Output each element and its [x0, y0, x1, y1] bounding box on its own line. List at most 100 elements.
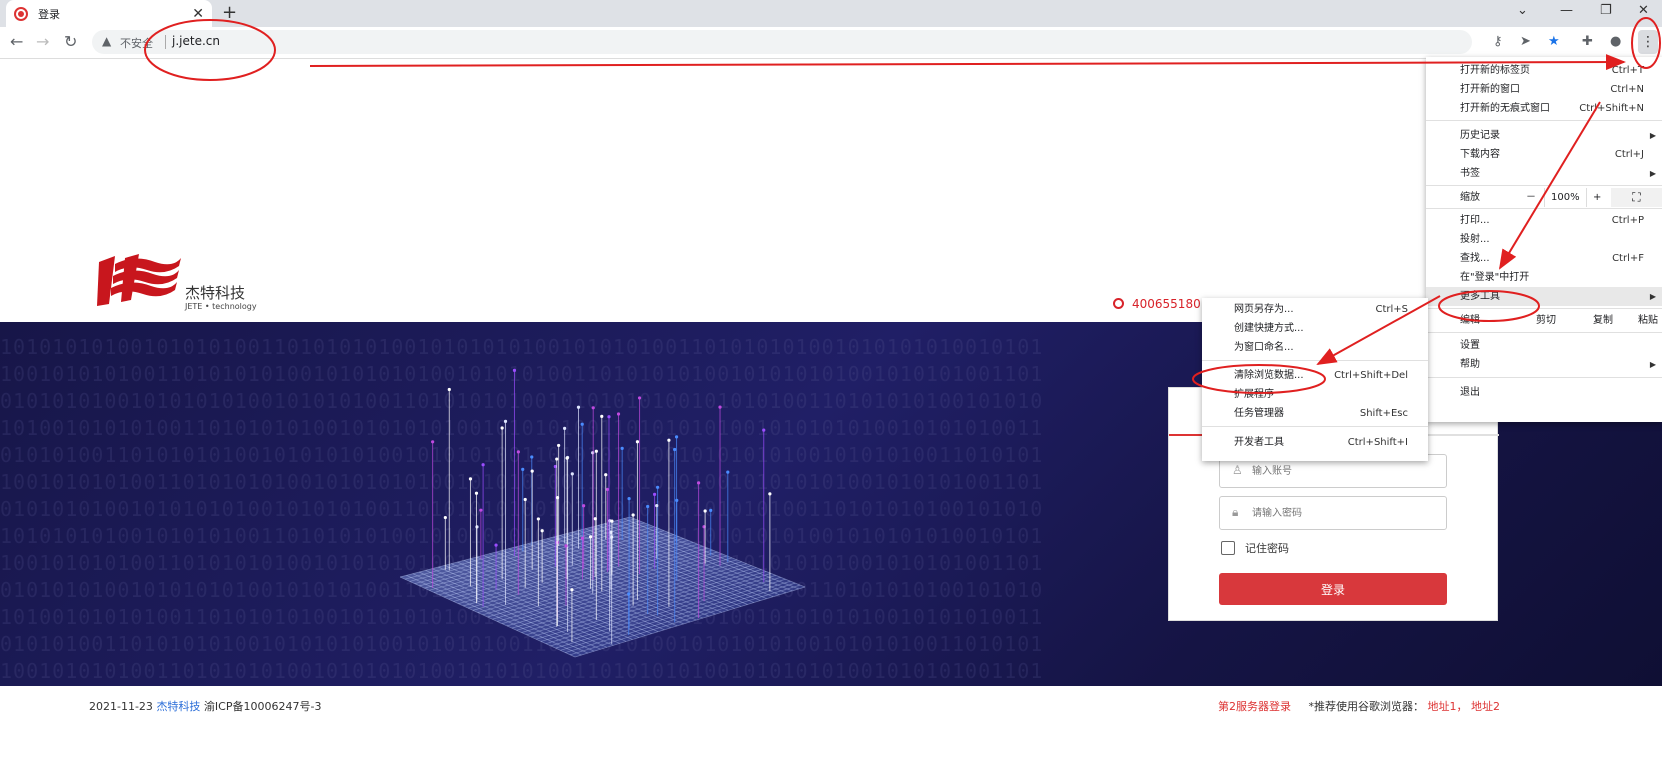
data-spike-dot: [607, 415, 611, 419]
submenu-save-as-label: 网页另存为...: [1234, 304, 1294, 315]
tab-strip: 登录 ✕ + ⌄ — ❐ ✕: [0, 0, 1662, 27]
address2-link[interactable]: 地址2: [1471, 700, 1500, 713]
profile-icon[interactable]: ●: [1610, 34, 1621, 49]
reload-icon[interactable]: ↻: [64, 32, 77, 51]
menu-cast[interactable]: 投射...: [1426, 230, 1662, 249]
submenu-create-shortcut[interactable]: 创建快捷方式...: [1202, 319, 1428, 338]
data-spike-dot: [588, 535, 593, 539]
data-spike-dot: [570, 588, 574, 592]
submenu-name-window[interactable]: 为窗口命名...: [1202, 338, 1428, 357]
puzzle-icon[interactable]: ✚: [1582, 34, 1593, 49]
password-field[interactable]: 🔒︎: [1219, 496, 1447, 530]
menu-new-window-label: 打开新的窗口: [1460, 84, 1520, 95]
login-button[interactable]: 登录: [1219, 573, 1447, 605]
zoom-in-button[interactable]: +: [1593, 188, 1601, 207]
menu-separator: [1426, 120, 1662, 121]
submenu-clear-data-label: 清除浏览数据...: [1234, 370, 1304, 381]
address-bar[interactable]: ▲ 不安全 j.jete.cn: [92, 30, 1472, 54]
send-icon[interactable]: ➤: [1520, 34, 1531, 49]
back-icon[interactable]: ←: [10, 32, 23, 51]
server2-login-link[interactable]: 第2服务器登录: [1218, 700, 1291, 713]
menu-help-label: 帮助: [1460, 359, 1480, 370]
menu-new-window-shortcut: Ctrl+N: [1610, 84, 1644, 95]
fullscreen-icon[interactable]: ⛶: [1611, 188, 1662, 207]
zoom-out-button[interactable]: －: [1526, 188, 1536, 207]
data-spike-dot: [474, 491, 479, 495]
data-spike-dot: [523, 497, 527, 502]
minimize-icon[interactable]: —: [1560, 3, 1573, 18]
zoom-value: 100%: [1544, 188, 1587, 207]
account-input[interactable]: [1252, 461, 1432, 481]
key-icon[interactable]: ⚷: [1493, 34, 1503, 49]
browser-toolbar: ← → ↻ ▲ 不安全 j.jete.cn ⚷ ➤ ★ ✚ ● ⋮: [0, 27, 1662, 59]
data-spike-dot: [616, 412, 621, 416]
menu-new-tab[interactable]: 打开新的标签页 Ctrl+T: [1426, 61, 1662, 80]
menu-print-label: 打印...: [1460, 215, 1490, 226]
submenu-clear-data[interactable]: 清除浏览数据... Ctrl+Shift+Del: [1202, 366, 1428, 385]
submenu-extensions[interactable]: 扩展程序: [1202, 385, 1428, 404]
submenu-name-window-label: 为窗口命名...: [1234, 342, 1294, 353]
menu-open-in[interactable]: 在"登录"中打开: [1426, 268, 1662, 287]
menu-downloads-shortcut: Ctrl+J: [1614, 149, 1644, 160]
data-spike-dot: [475, 525, 479, 529]
menu-settings-label: 设置: [1460, 340, 1480, 351]
browser-tab[interactable]: 登录 ✕: [6, 0, 212, 27]
new-tab-icon[interactable]: +: [222, 2, 237, 23]
omnibox-divider: [165, 35, 166, 49]
restore-icon[interactable]: ❐: [1600, 3, 1612, 18]
edit-copy-button[interactable]: 复制: [1593, 311, 1613, 331]
menu-incognito[interactable]: 打开新的无痕式窗口 Ctrl+Shift+N: [1426, 99, 1662, 118]
star-icon[interactable]: ★: [1548, 34, 1560, 49]
security-label[interactable]: 不安全: [120, 35, 153, 51]
data-spike-dot: [580, 536, 585, 540]
menu-more-tools[interactable]: 更多工具 ▶: [1426, 287, 1662, 306]
data-spike-dot: [521, 467, 525, 471]
submenu-task-manager[interactable]: 任务管理器 Shift+Esc: [1202, 404, 1428, 423]
remember-password[interactable]: 记住密码: [1221, 540, 1289, 556]
footer-company-link[interactable]: 杰特科技: [156, 700, 200, 713]
browser-recommend: *推荐使用谷歌浏览器：: [1308, 700, 1424, 713]
kebab-menu-icon[interactable]: ⋮: [1638, 30, 1658, 54]
menu-new-window[interactable]: 打开新的窗口 Ctrl+N: [1426, 80, 1662, 99]
submenu-arrow-icon: ▶: [1649, 292, 1656, 301]
footer-icp[interactable]: 渝ICP备10006247号-3: [204, 700, 322, 713]
menu-downloads[interactable]: 下载内容 Ctrl+J: [1426, 145, 1662, 164]
data-spike-dot: [674, 435, 679, 439]
menu-history[interactable]: 历史记录 ▶: [1426, 126, 1662, 145]
submenu-devtools-label: 开发者工具: [1234, 437, 1284, 448]
data-spike-dot: [443, 515, 447, 520]
close-tab-icon[interactable]: ✕: [192, 6, 204, 22]
data-spike-dot: [594, 449, 598, 453]
menu-bookmarks-label: 书签: [1460, 168, 1480, 179]
password-input[interactable]: [1252, 503, 1432, 523]
submenu-devtools[interactable]: 开发者工具 Ctrl+Shift+I: [1202, 433, 1428, 452]
menu-bookmarks[interactable]: 书签 ▶: [1426, 164, 1662, 183]
address1-link[interactable]: 地址1，: [1427, 700, 1467, 713]
edit-paste-button[interactable]: 粘贴: [1638, 311, 1658, 331]
url-text[interactable]: j.jete.cn: [172, 34, 220, 48]
data-spike-dot: [468, 477, 473, 481]
submenu-save-as[interactable]: 网页另存为... Ctrl+S: [1202, 300, 1428, 319]
warning-icon[interactable]: ▲: [102, 34, 111, 48]
data-spike-dot: [530, 455, 534, 459]
edit-cut-button[interactable]: 剪切: [1536, 311, 1556, 331]
submenu-create-shortcut-label: 创建快捷方式...: [1234, 323, 1304, 334]
data-spike-dot: [580, 422, 584, 426]
data-spike-dot: [655, 485, 660, 489]
menu-exit[interactable]: 退出: [1426, 383, 1662, 402]
tab-search-icon[interactable]: ⌄: [1517, 3, 1528, 18]
menu-print[interactable]: 打印... Ctrl+P: [1426, 211, 1662, 230]
menu-settings[interactable]: 设置: [1426, 336, 1662, 355]
forward-icon[interactable]: →: [36, 32, 49, 51]
menu-open-in-label: 在"登录"中打开: [1460, 272, 1530, 283]
data-spike-dot: [565, 456, 569, 460]
data-spike-dot: [591, 406, 595, 410]
menu-help[interactable]: 帮助 ▶: [1426, 355, 1662, 374]
data-spike-dot: [604, 473, 608, 477]
data-spike-dot: [703, 509, 707, 513]
data-spike-dot: [768, 492, 772, 496]
menu-find[interactable]: 查找... Ctrl+F: [1426, 249, 1662, 268]
remember-checkbox[interactable]: [1221, 541, 1235, 555]
submenu-clear-data-shortcut: Ctrl+Shift+Del: [1334, 370, 1408, 381]
close-window-icon[interactable]: ✕: [1638, 3, 1649, 18]
